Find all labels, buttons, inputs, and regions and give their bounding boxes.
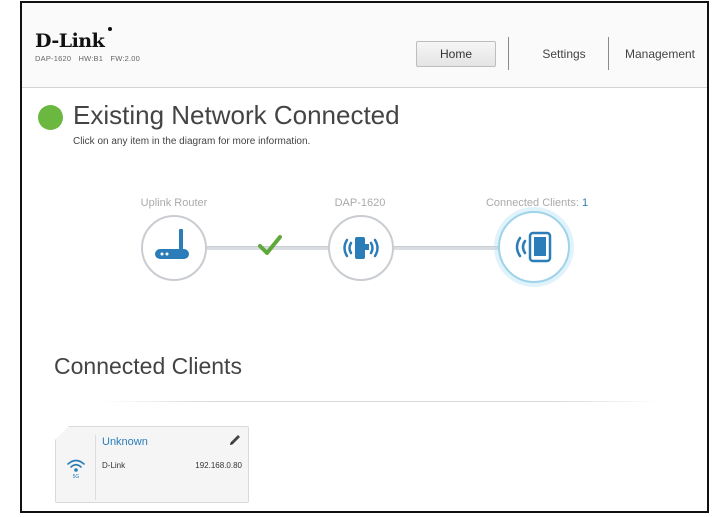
wifi-5g-icon: 5G [67, 459, 85, 479]
connected-clients-title: Connected Clients [54, 353, 242, 379]
client-ip: 192.168.0.80 [195, 461, 242, 470]
extender-icon [343, 237, 379, 259]
nav-management[interactable]: Management [613, 41, 707, 67]
uplink-router-node[interactable] [141, 215, 207, 281]
client-name: Unknown [102, 436, 148, 448]
card-divider [95, 435, 96, 500]
hw-version: HW:B1 [78, 54, 104, 63]
logo-dot [108, 27, 112, 31]
device-node[interactable] [328, 215, 394, 281]
status-indicator [38, 105, 63, 130]
pencil-edit-icon[interactable] [228, 433, 242, 447]
fw-version: FW:2.00 [110, 54, 141, 63]
status-subtitle: Click on any item in the diagram for mor… [73, 136, 311, 147]
client-vendor: D-Link [102, 461, 126, 470]
connected-clients-text: Connected Clients: [485, 197, 582, 209]
router-icon [155, 229, 189, 259]
client-card[interactable]: 5G Unknown D-Link 192.168.0.80 [55, 426, 249, 503]
check-icon [258, 235, 282, 255]
model-label: DAP-1620 [35, 54, 72, 63]
nav-settings[interactable]: Settings [515, 41, 613, 67]
client-connection-line [394, 246, 500, 250]
section-divider [102, 401, 662, 402]
status-title: Existing Network Connected [73, 100, 400, 130]
app-frame: D-Link DAP-1620 HW:B1 FW:2.00 Home Setti… [20, 1, 709, 513]
band-label: 5G [73, 474, 80, 479]
connected-clients-label: Connected Clients: 1 [462, 197, 612, 209]
dlink-logo: D-Link [35, 30, 105, 52]
device-label: DAP-1620 [334, 197, 386, 209]
uplink-router-label: Uplink Router [140, 197, 208, 209]
nav-home-button[interactable]: Home [416, 41, 496, 67]
connected-clients-node[interactable] [498, 211, 570, 283]
hardware-info: DAP-1620 HW:B1 FW:2.00 [35, 54, 145, 63]
card-corner [55, 426, 69, 440]
nav-separator [508, 37, 509, 70]
header-bar: D-Link DAP-1620 HW:B1 FW:2.00 Home Setti… [22, 3, 707, 88]
tablet-wireless-icon [515, 231, 552, 263]
connected-clients-count: 1 [581, 197, 589, 209]
nav-separator [608, 37, 609, 70]
